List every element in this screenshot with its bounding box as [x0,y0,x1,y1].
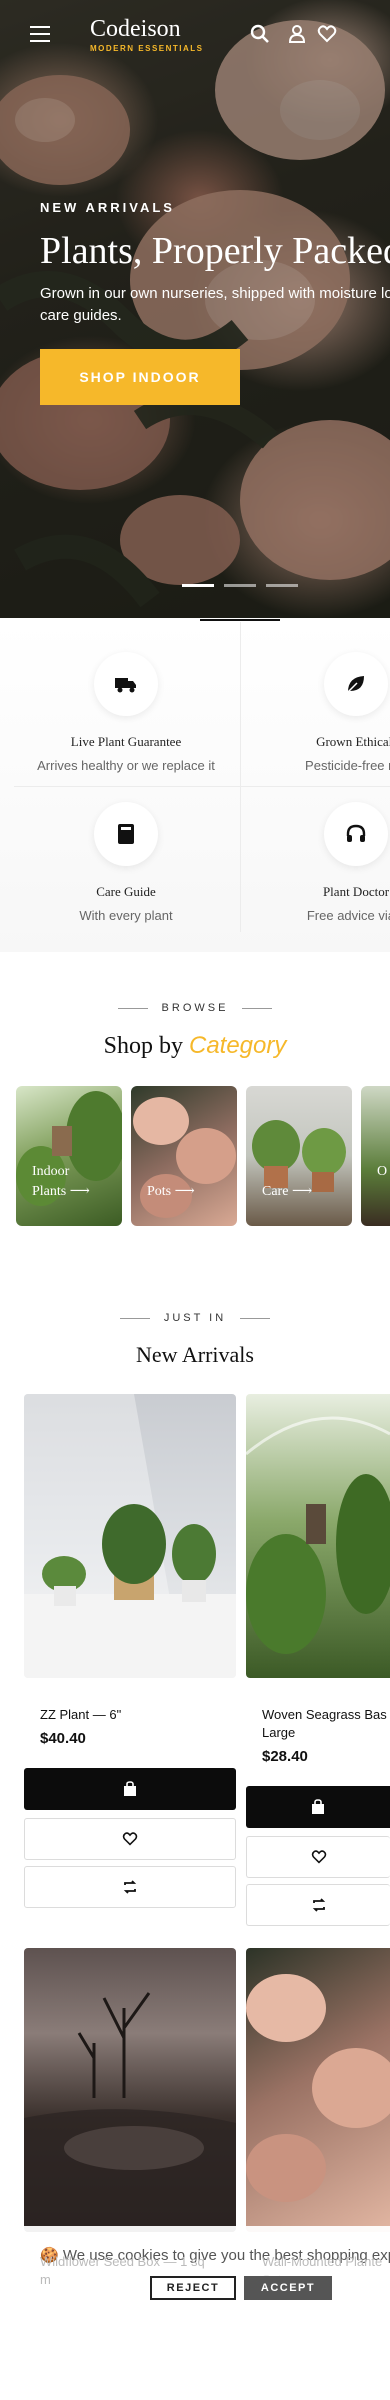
compare-button[interactable] [24,1866,236,1908]
heart-icon [122,1832,138,1846]
product-image[interactable] [246,1394,390,1678]
compare-icon [312,1898,325,1912]
hero-subtitle: Grown in our own nurseries, shipped with… [40,285,390,302]
user-icon[interactable] [287,24,307,44]
category-label: Indoor Plants ⟶ [32,1164,90,1199]
shop-indoor-button[interactable]: SHOP INDOOR [40,349,240,405]
feature-item: Care Guide With every plant [6,802,246,923]
divider [14,786,390,787]
category-card-other[interactable]: O [361,1086,390,1226]
feature-item: Plant Doctor Free advice via c [236,802,390,923]
heart-icon [311,1850,326,1864]
book-icon [94,802,158,866]
product-name[interactable]: Wall-Mounted Plante [262,2254,382,2269]
feature-title: Plant Doctor [322,884,390,899]
hero-eyebrow: NEW ARRIVALS [40,200,175,215]
product-name: m [40,2272,51,2287]
category-card-care[interactable]: Care ⟶ [246,1086,352,1226]
feature-desc: Free advice via c [306,908,390,923]
slider-dots [182,584,298,587]
accept-cookies-button[interactable]: ACCEPT [244,2276,332,2300]
product-image[interactable] [24,1948,236,2232]
title-prefix: Shop by [103,1033,183,1059]
product-price: $28.40 [262,1748,308,1765]
category-label: O [377,1164,388,1179]
add-to-wishlist-button[interactable] [246,1836,390,1878]
scroll-indicator [200,619,280,621]
hero-content: NEW ARRIVALS Plants, Properly Packed Gro… [40,200,390,405]
feature-desc: Pesticide-free nur [305,758,390,773]
leaf-icon [324,652,388,716]
features-grid: Live Plant Guarantee Arrives healthy or … [0,622,390,952]
arrow-right-icon: ⟶ [174,1184,195,1199]
title-accent: Category [188,1032,287,1059]
truck-icon [94,652,158,716]
hero-title: Plants, Properly Packed [40,230,390,272]
arrow-right-icon: ⟶ [69,1184,90,1199]
brand-tagline: MODERN ESSENTIALS [90,44,204,53]
hero-subtitle-line2: care guides. [40,307,122,324]
slider-dot[interactable] [266,584,298,587]
feature-item: Live Plant Guarantee Arrives healthy or … [6,652,246,773]
menu-icon[interactable] [30,26,50,42]
section-eyebrow: BROWSE [0,1002,390,1014]
headset-icon [324,802,388,866]
feature-desc: With every plant [79,908,173,923]
feature-title: Live Plant Guarantee [70,734,182,749]
feature-item: Grown Ethicall Pesticide-free nur [236,652,390,773]
product-name[interactable]: ZZ Plant — 6" [40,1706,121,1724]
feature-desc: Arrives healthy or we replace it [37,758,215,773]
bag-icon [312,1799,324,1814]
brand-name: Codeison [90,16,181,42]
site-header: Codeison MODERN ESSENTIALS [0,0,390,70]
category-label: Pots ⟶ [147,1184,195,1199]
slider-dot[interactable] [224,584,256,587]
product-name[interactable]: Wildflower Seed Box — 1 sq [40,2254,205,2269]
feature-title: Grown Ethicall [316,734,390,749]
product-price: $40.40 [40,1730,86,1747]
arrow-right-icon: ⟶ [291,1184,313,1199]
product-image[interactable] [246,1948,390,2232]
bag-icon [124,1781,136,1796]
add-to-cart-button[interactable] [24,1768,236,1810]
category-card-indoor[interactable]: Indoor Plants ⟶ [16,1086,122,1226]
section-eyebrow: JUST IN [0,1312,390,1324]
category-label: Care ⟶ [262,1184,313,1199]
category-card-pots[interactable]: Pots ⟶ [131,1086,237,1226]
feature-title: Care Guide [96,884,156,899]
section-title: Shop by Category [0,1032,390,1060]
add-to-wishlist-button[interactable] [24,1818,236,1860]
search-icon[interactable] [250,24,270,44]
slider-dot[interactable] [182,584,214,587]
add-to-cart-button[interactable] [246,1786,390,1828]
product-name[interactable]: Woven Seagrass Bas Large [262,1706,387,1742]
heart-icon[interactable] [317,24,337,44]
reject-cookies-button[interactable]: REJECT [150,2276,236,2300]
compare-icon [123,1880,137,1894]
product-image[interactable] [24,1394,236,1678]
compare-button[interactable] [246,1884,390,1926]
section-title: New Arrivals [136,1342,254,1367]
brand-logo[interactable]: Codeison MODERN ESSENTIALS [90,16,204,53]
